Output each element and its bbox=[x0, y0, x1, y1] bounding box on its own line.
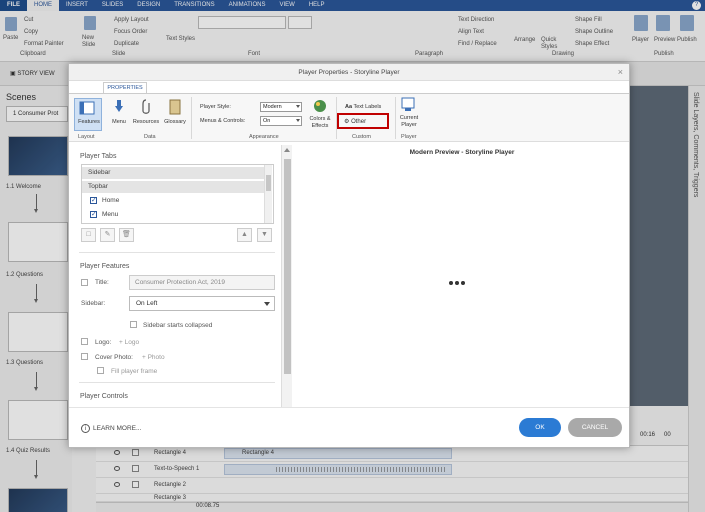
sidebar-collapsed-checkbox[interactable] bbox=[130, 321, 137, 328]
resources-icon bbox=[142, 99, 150, 114]
list-item[interactable]: Sidebar bbox=[82, 167, 266, 179]
menus-controls-value: On bbox=[263, 118, 271, 124]
learn-more-label: LEARN MORE... bbox=[93, 425, 142, 433]
title-checkbox[interactable] bbox=[81, 279, 88, 286]
menu-button[interactable]: Menu bbox=[107, 119, 131, 125]
section-divider bbox=[79, 252, 275, 253]
list-item[interactable]: Topbar bbox=[82, 181, 266, 193]
logo-label: Logo: bbox=[95, 339, 112, 346]
delete-tab-button[interactable]: 🗑 bbox=[119, 228, 134, 242]
preview-title: Modern Preview - Storyline Player bbox=[409, 149, 515, 156]
logo-checkbox[interactable] bbox=[81, 338, 88, 345]
player-tabs-title: Player Tabs bbox=[80, 153, 117, 160]
features-icon bbox=[79, 101, 95, 115]
cancel-button[interactable]: CANCEL bbox=[568, 418, 622, 437]
learn-more-link[interactable]: i LEARN MORE... bbox=[81, 424, 141, 433]
cover-photo-checkbox[interactable] bbox=[81, 353, 88, 360]
current-player-button[interactable]: Current Player bbox=[394, 115, 424, 129]
glossary-icon bbox=[169, 99, 181, 115]
text-labels-icon: Aa bbox=[345, 104, 353, 110]
cover-photo-label: Cover Photo: bbox=[95, 354, 133, 361]
player-properties-dialog: Player Properties - Storyline Player × P… bbox=[68, 63, 630, 448]
resources-button[interactable]: Resources bbox=[130, 119, 162, 125]
player-group-label: Player bbox=[401, 134, 417, 140]
ok-button[interactable]: OK bbox=[519, 418, 561, 437]
player-style-label: Player Style: bbox=[200, 104, 231, 110]
settings-scrollbar[interactable] bbox=[281, 145, 292, 407]
menus-controls-label: Menus & Controls: bbox=[200, 118, 246, 124]
ribbon-separator bbox=[191, 97, 192, 139]
tab-properties[interactable]: PROPERTIES bbox=[103, 82, 147, 93]
chevron-down-icon bbox=[296, 119, 300, 122]
title-label: Title: bbox=[95, 279, 109, 286]
scrollbar-thumb[interactable] bbox=[284, 159, 291, 374]
custom-group-label: Custom bbox=[352, 134, 371, 140]
sidebar-select[interactable]: On Left bbox=[129, 296, 275, 311]
glossary-button[interactable]: Glossary bbox=[162, 119, 188, 125]
gear-icon: ⚙ bbox=[344, 119, 350, 125]
sidebar-label: Sidebar: bbox=[81, 300, 106, 307]
chevron-down-icon bbox=[264, 302, 270, 306]
menus-controls-select[interactable]: On bbox=[260, 116, 302, 126]
move-up-button[interactable]: ▲ bbox=[237, 228, 252, 242]
player-features-title: Player Features bbox=[80, 263, 130, 270]
fill-frame-label: Fill player frame bbox=[111, 368, 158, 375]
section-divider bbox=[79, 382, 275, 383]
appearance-group-label: Appearance bbox=[249, 134, 279, 140]
home-label: Home bbox=[102, 197, 120, 204]
scroll-up-icon[interactable] bbox=[284, 148, 290, 152]
layout-group-label: Layout bbox=[78, 134, 95, 140]
colors-effects-icon bbox=[314, 100, 326, 112]
text-labels-label: Text Labels bbox=[353, 104, 382, 110]
menu-label: Menu bbox=[102, 211, 119, 218]
scrollbar-thumb[interactable] bbox=[266, 175, 271, 191]
data-group-label: Data bbox=[144, 134, 156, 140]
move-down-button[interactable]: ▼ bbox=[257, 228, 272, 242]
menu-checkbox[interactable] bbox=[90, 209, 97, 221]
player-style-value: Modern bbox=[263, 104, 282, 110]
close-icon[interactable]: × bbox=[618, 67, 623, 77]
list-item-menu[interactable]: Menu bbox=[82, 209, 266, 221]
menu-icon bbox=[115, 100, 123, 112]
new-tab-button[interactable]: □ bbox=[81, 228, 96, 242]
fill-frame-checkbox[interactable] bbox=[97, 367, 104, 374]
info-icon: i bbox=[81, 424, 90, 433]
home-checkbox[interactable] bbox=[90, 195, 97, 207]
chevron-down-icon bbox=[296, 105, 300, 108]
player-controls-title: Player Controls bbox=[80, 393, 128, 400]
sidebar-select-value: On Left bbox=[136, 300, 158, 307]
list-item-home[interactable]: Home bbox=[82, 195, 266, 207]
add-photo-link[interactable]: + Photo bbox=[142, 354, 165, 361]
colors-effects-button[interactable]: Colors & Effects bbox=[305, 116, 335, 130]
loading-indicator bbox=[449, 280, 467, 287]
title-field[interactable]: Consumer Protection Act, 2019 bbox=[129, 275, 275, 290]
player-style-select[interactable]: Modern bbox=[260, 102, 302, 112]
sidebar-collapsed-label: Sidebar starts collapsed bbox=[143, 322, 213, 329]
dialog-titlebar[interactable]: Player Properties - Storyline Player × bbox=[69, 64, 629, 81]
dialog-title: Player Properties - Storyline Player bbox=[298, 69, 400, 76]
add-logo-link[interactable]: + Logo bbox=[119, 339, 139, 346]
other-button[interactable]: ⚙ Other bbox=[344, 118, 366, 125]
other-label: Other bbox=[351, 119, 367, 125]
list-scrollbar[interactable] bbox=[264, 165, 272, 223]
current-player-icon bbox=[401, 97, 415, 111]
edit-tab-button[interactable]: ✎ bbox=[100, 228, 115, 242]
player-tabs-list: Sidebar Topbar Home Menu bbox=[81, 164, 274, 224]
features-label: Features bbox=[78, 119, 100, 125]
text-labels-button[interactable]: Aa Text Labels bbox=[345, 104, 381, 110]
